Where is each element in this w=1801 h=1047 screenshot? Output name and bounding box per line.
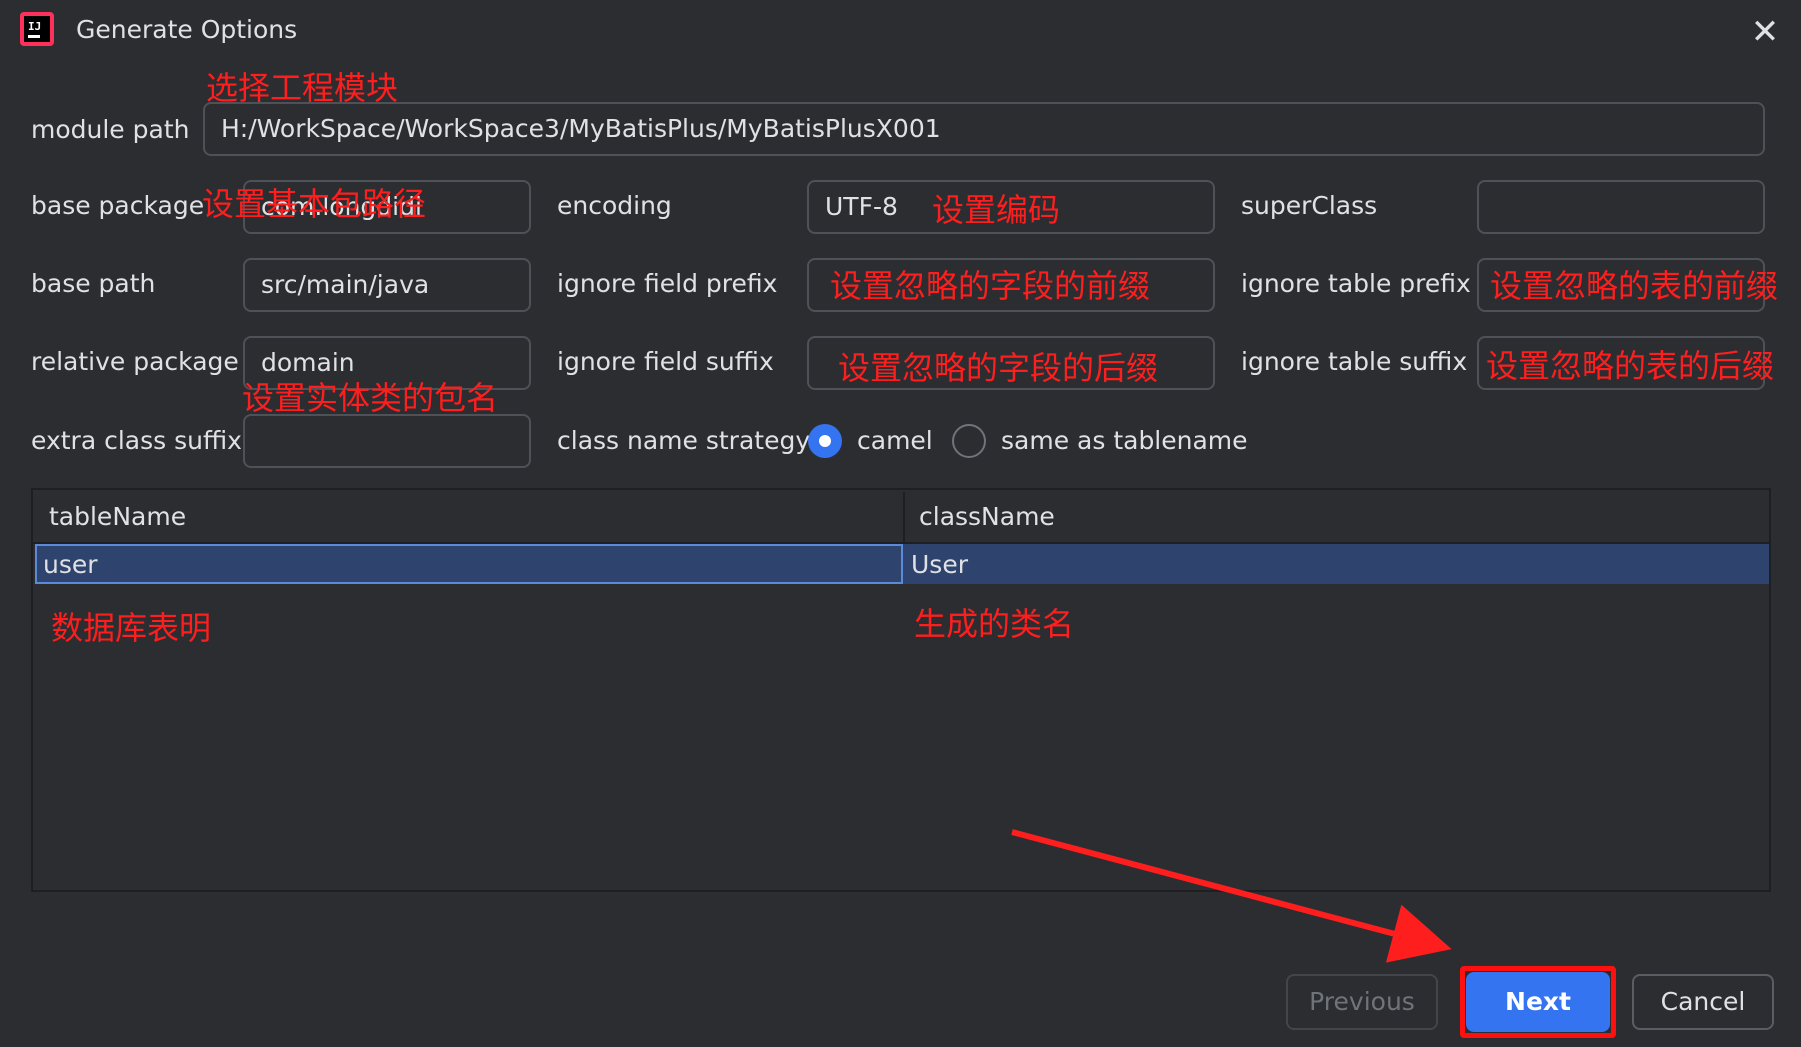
ignore-field-suffix-label: ignore field suffix bbox=[557, 347, 774, 376]
annotation-ignore-field-prefix: 设置忽略的字段的前缀 bbox=[830, 267, 1151, 305]
same-as-tablename-radio[interactable] bbox=[952, 424, 986, 458]
cell-tablename[interactable]: user bbox=[43, 547, 98, 583]
base-package-label: base package bbox=[31, 191, 205, 220]
ignore-table-prefix-label: ignore table prefix bbox=[1241, 269, 1471, 298]
encoding-label: encoding bbox=[557, 191, 672, 220]
module-path-field[interactable]: H:/WorkSpace/WorkSpace3/MyBatisPlus/MyBa… bbox=[203, 102, 1765, 156]
previous-button[interactable]: Previous bbox=[1286, 974, 1438, 1030]
ignore-table-suffix-label: ignore table suffix bbox=[1241, 347, 1468, 376]
selected-cell[interactable]: user bbox=[35, 544, 903, 584]
close-icon[interactable]: ✕ bbox=[1745, 12, 1785, 52]
annotation-ignore-table-prefix: 设置忽略的表的前缀 bbox=[1490, 267, 1779, 305]
module-path-label: module path bbox=[31, 115, 190, 144]
camel-option-label[interactable]: camel bbox=[857, 421, 933, 461]
annotation-encoding: 设置编码 bbox=[932, 191, 1061, 229]
extra-class-suffix-field[interactable] bbox=[243, 414, 531, 468]
class-name-strategy-label: class name strategy bbox=[557, 426, 811, 455]
window-title: Generate Options bbox=[76, 15, 298, 44]
ignore-field-prefix-label: ignore field prefix bbox=[557, 269, 778, 298]
next-button[interactable]: Next bbox=[1466, 972, 1610, 1032]
column-header-classname[interactable]: className bbox=[919, 492, 1055, 542]
annotation-ignore-field-suffix: 设置忽略的字段的后缀 bbox=[838, 349, 1159, 387]
superclass-field[interactable] bbox=[1477, 180, 1765, 234]
cell-classname[interactable]: User bbox=[911, 547, 968, 583]
table-mapping: tableName className user User bbox=[31, 488, 1771, 892]
relative-package-label: relative package bbox=[31, 347, 239, 376]
intellij-icon: IJ bbox=[20, 12, 54, 46]
column-header-tablename[interactable]: tableName bbox=[49, 492, 186, 542]
base-path-label: base path bbox=[31, 269, 156, 298]
annotation-ignore-table-suffix: 设置忽略的表的后缀 bbox=[1486, 347, 1775, 385]
table-row[interactable]: user User bbox=[35, 544, 1769, 584]
annotation-table-name: 数据库表明 bbox=[51, 609, 212, 647]
superclass-label: superClass bbox=[1241, 191, 1378, 220]
annotation-class-name: 生成的类名 bbox=[914, 605, 1075, 643]
annotation-module-path: 选择工程模块 bbox=[206, 69, 399, 107]
column-divider bbox=[903, 492, 905, 542]
camel-radio[interactable] bbox=[808, 424, 842, 458]
extra-class-suffix-label: extra class suffix bbox=[31, 426, 242, 455]
svg-text:IJ: IJ bbox=[28, 20, 41, 33]
cancel-button[interactable]: Cancel bbox=[1632, 974, 1774, 1030]
same-as-tablename-option-label[interactable]: same as tablename bbox=[1001, 421, 1248, 461]
base-path-field[interactable]: src/main/java bbox=[243, 258, 531, 312]
annotation-base-package: 设置基本包路径 bbox=[202, 185, 427, 223]
annotation-relative-package: 设置实体类的包名 bbox=[242, 379, 499, 417]
